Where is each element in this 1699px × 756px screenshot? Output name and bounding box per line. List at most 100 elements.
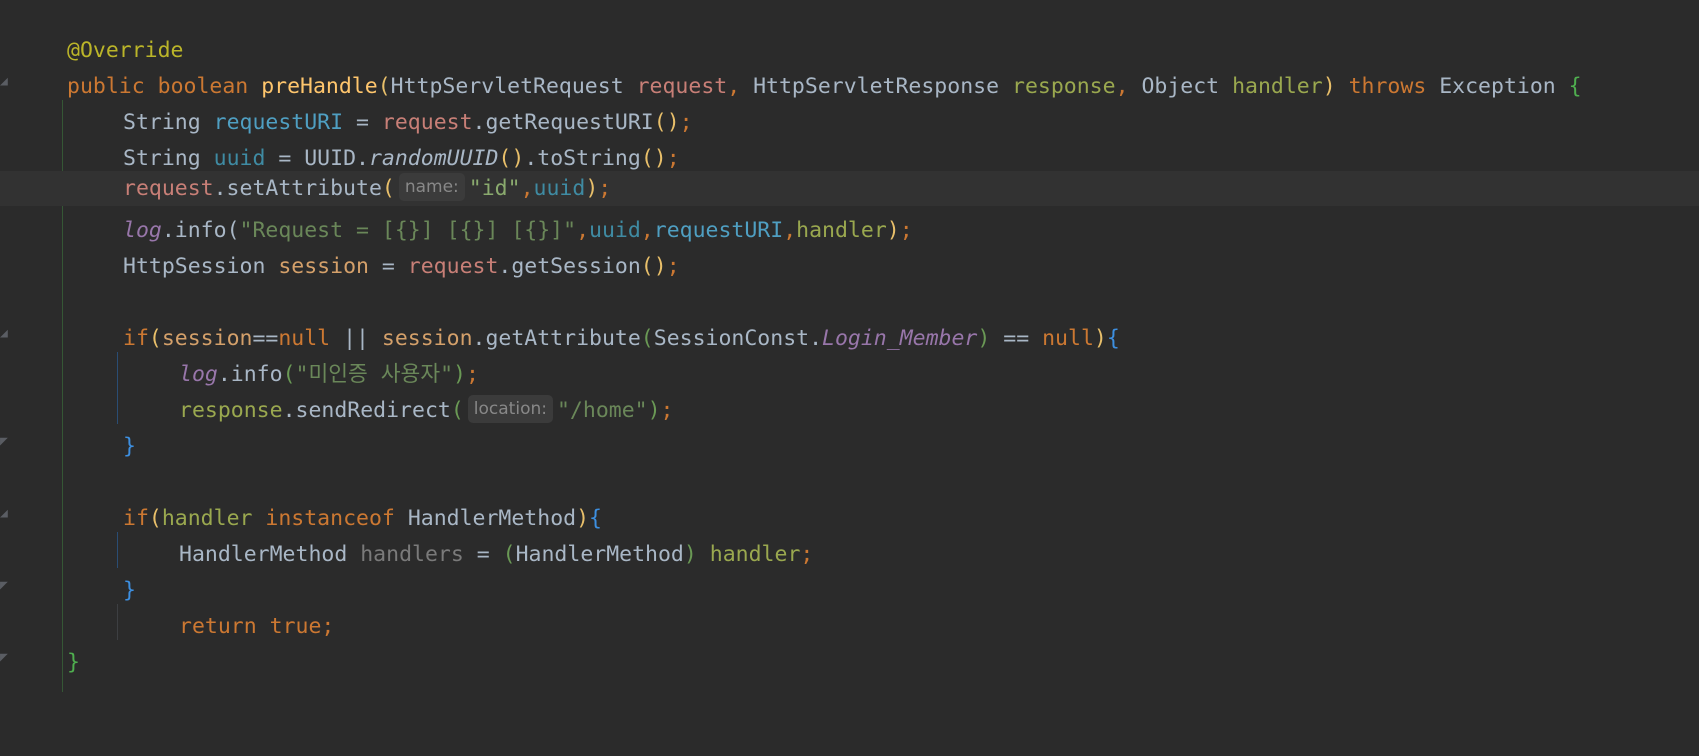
code-line-18[interactable]: } — [0, 643, 1699, 682]
static-field-token: log — [179, 362, 218, 387]
operator-token: == — [990, 326, 1043, 351]
comma-token: , — [727, 74, 754, 99]
code-line-14[interactable]: if(handler instanceof HandlerMethod){ — [0, 499, 1699, 538]
unused-variable-token: handlers — [360, 542, 464, 567]
paren-token: () — [498, 146, 525, 171]
code-line-5-current[interactable]: request.setAttribute(name: "id",uuid); — [0, 171, 1699, 206]
paren-token: ) — [886, 218, 900, 243]
code-line-9[interactable]: if(session==null || session.getAttribute… — [0, 319, 1699, 358]
paren-token: ) — [1322, 74, 1336, 99]
comma-token: , — [576, 218, 590, 243]
code-line-6[interactable]: log.info("Request = [{}] [{}] [{}]",uuid… — [0, 211, 1699, 250]
brace-token: { — [1568, 74, 1582, 99]
semicolon-token: ; — [679, 110, 693, 135]
variable-token: uuid — [533, 176, 586, 201]
parameter-token: request — [381, 110, 473, 135]
keyword-token: public — [67, 74, 145, 99]
operator-token: = — [368, 254, 408, 279]
paren-token: ( — [148, 326, 162, 351]
semicolon-token: ; — [666, 146, 680, 171]
code-line-15[interactable]: HandlerMethod handlers = (HandlerMethod)… — [0, 535, 1699, 574]
operator-token: = — [463, 542, 503, 567]
paren-token: ( — [377, 74, 391, 99]
static-method-token: randomUUID — [368, 146, 499, 171]
comma-token: , — [783, 218, 797, 243]
brace-token: } — [67, 650, 80, 675]
semicolon-token: ; — [660, 398, 674, 423]
string-token: "Request = [{}] [{}] [{}]" — [239, 218, 577, 243]
variable-token: uuid — [213, 146, 266, 171]
operator-token: == — [252, 326, 279, 351]
variable-token: session — [161, 326, 253, 351]
comma-token: , — [640, 218, 654, 243]
paren-token: ) — [585, 176, 599, 201]
paren-token: ) — [683, 542, 697, 567]
code-line-7[interactable]: HttpSession session = request.getSession… — [0, 247, 1699, 286]
semicolon-token: ; — [321, 614, 335, 639]
parameter-token: request — [123, 176, 214, 201]
semicolon-token: ; — [800, 542, 814, 567]
operator-token: || — [330, 326, 382, 351]
parameter-token: request — [636, 74, 728, 99]
keyword-token: boolean — [157, 74, 249, 99]
semicolon-token: ; — [598, 176, 612, 201]
keyword-token: null — [1042, 326, 1094, 351]
annotation-token: @Override — [67, 38, 184, 63]
keyword-token: if — [123, 326, 149, 351]
paren-token: ( — [381, 176, 395, 201]
code-line-3[interactable]: String requestURI = request.getRequestUR… — [0, 103, 1699, 142]
code-line-1[interactable]: @Override — [0, 31, 1699, 70]
method-call-token: .getRequestURI — [472, 110, 654, 135]
type-token: String — [123, 146, 201, 171]
parameter-hint: name: — [398, 173, 465, 201]
paren-token: ( — [282, 362, 296, 387]
comma-token: , — [520, 176, 534, 201]
static-field-token: log — [123, 218, 162, 243]
paren-token: ) — [647, 398, 661, 423]
semicolon-token: ; — [666, 254, 680, 279]
variable-token: session — [278, 254, 369, 279]
type-token: Exception — [1439, 74, 1556, 99]
keyword-token: if — [123, 506, 149, 531]
paren-token: () — [640, 146, 667, 171]
code-editor[interactable]: ◢ ◢ ◤ ◢ ◤ ◤ @Override public boolean pre… — [0, 0, 1699, 756]
code-line-10[interactable]: log.info("미인증 사용자"); — [0, 355, 1699, 394]
string-token: "미인증 사용자" — [295, 362, 454, 387]
brace-token: { — [589, 506, 602, 531]
brace-token: } — [123, 578, 136, 603]
brace-token: { — [1106, 326, 1120, 351]
type-token: HandlerMethod — [515, 542, 684, 567]
variable-token: requestURI — [653, 218, 784, 243]
code-line-11[interactable]: response.sendRedirect(location: "/home"); — [0, 391, 1699, 430]
method-call-token: .info( — [161, 218, 240, 243]
code-line-2[interactable]: public boolean preHandle(HttpServletRequ… — [0, 67, 1699, 106]
type-token: SessionConst. — [653, 326, 823, 351]
method-call-token: .getAttribute — [472, 326, 641, 351]
parameter-token: handler — [161, 506, 253, 531]
paren-token: ( — [640, 326, 654, 351]
keyword-token: instanceof — [265, 506, 395, 531]
paren-token: ( — [450, 398, 464, 423]
type-token: String — [123, 110, 201, 135]
method-call-token: .setAttribute — [213, 176, 382, 201]
type-token: HttpServletResponse — [753, 74, 1000, 99]
code-line-17[interactable]: return true; — [0, 607, 1699, 646]
paren-token: () — [653, 110, 680, 135]
paren-token: ) — [977, 326, 991, 351]
code-line-12[interactable]: } — [0, 427, 1699, 466]
code-line-16[interactable]: } — [0, 571, 1699, 610]
method-call-token: .sendRedirect — [282, 398, 451, 423]
method-call-token: .info — [217, 362, 283, 387]
parameter-token: response — [179, 398, 283, 423]
